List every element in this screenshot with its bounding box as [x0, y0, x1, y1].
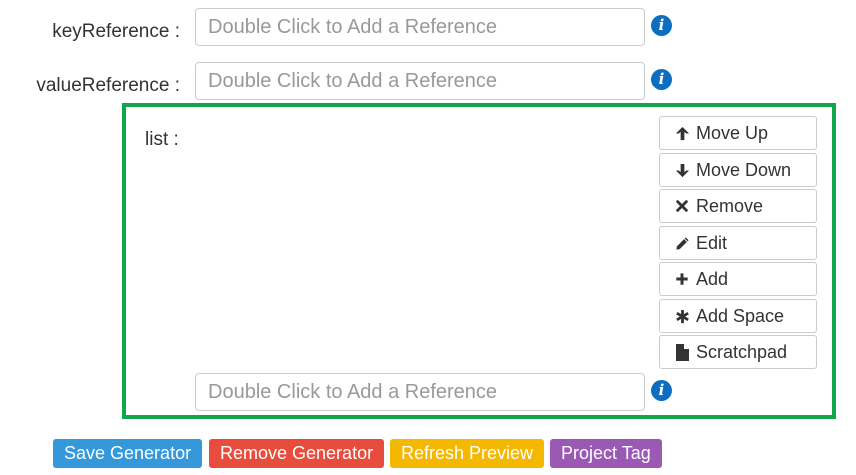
scratchpad-button[interactable]: Scratchpad: [659, 335, 817, 369]
key-reference-input[interactable]: [195, 8, 645, 46]
move-down-button[interactable]: Move Down: [659, 153, 817, 187]
pencil-icon: [675, 236, 691, 251]
plus-icon: [675, 272, 691, 286]
asterisk-icon: [675, 309, 691, 324]
scratchpad-label: Scratchpad: [696, 341, 788, 362]
value-reference-input[interactable]: [195, 62, 645, 100]
info-icon[interactable]: i: [651, 69, 672, 90]
list-item-input[interactable]: [195, 373, 645, 411]
refresh-preview-button[interactable]: Refresh Preview: [390, 439, 545, 468]
generator-form: keyReference : i valueReference : i list…: [0, 0, 856, 475]
list-label: list :: [145, 129, 179, 150]
times-icon: [675, 199, 691, 213]
file-icon: [675, 343, 691, 361]
save-generator-button[interactable]: Save Generator: [53, 439, 203, 468]
info-icon[interactable]: i: [651, 15, 672, 36]
remove-generator-button[interactable]: Remove Generator: [209, 439, 385, 468]
move-down-label: Move Down: [696, 159, 792, 180]
add-label: Add: [696, 268, 729, 289]
arrow-up-icon: [675, 126, 691, 141]
project-tag-button[interactable]: Project Tag: [550, 439, 662, 468]
remove-label: Remove: [696, 195, 764, 216]
add-space-button[interactable]: Add Space: [659, 299, 817, 333]
move-up-label: Move Up: [696, 122, 769, 143]
value-reference-label: valueReference :: [36, 75, 180, 96]
info-icon[interactable]: i: [651, 380, 672, 401]
list-section: [122, 103, 836, 419]
remove-button[interactable]: Remove: [659, 189, 817, 223]
add-space-label: Add Space: [696, 305, 785, 326]
key-reference-label: keyReference :: [52, 21, 180, 42]
edit-label: Edit: [696, 232, 728, 253]
move-up-button[interactable]: Move Up: [659, 116, 817, 150]
arrow-down-icon: [675, 163, 691, 178]
edit-button[interactable]: Edit: [659, 226, 817, 260]
add-button[interactable]: Add: [659, 262, 817, 296]
